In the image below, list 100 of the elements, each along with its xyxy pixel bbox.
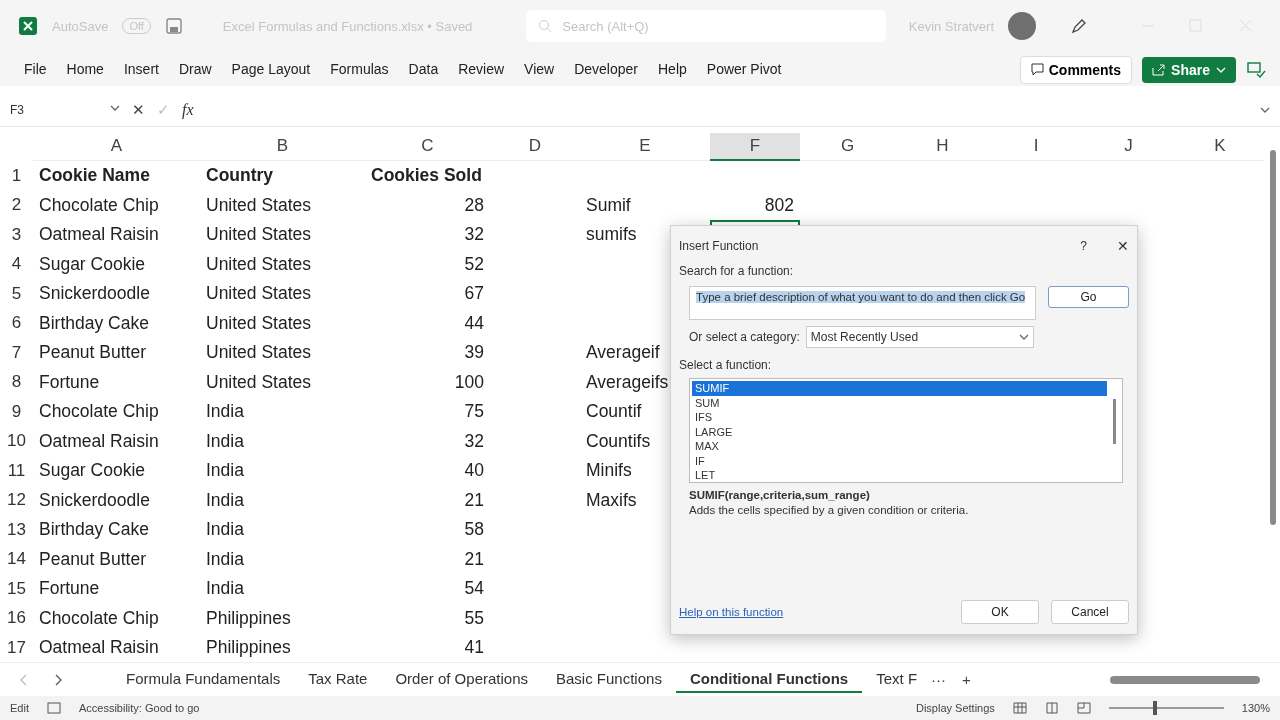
cell-text: 802 [764,194,794,216]
cell-text: 55 [464,607,484,629]
row-header[interactable]: 13 [0,514,33,545]
column-header[interactable]: F [710,132,800,161]
function-item[interactable]: MAX [692,439,1107,454]
row-header[interactable]: 17 [0,632,33,663]
row-header[interactable]: 14 [0,544,33,574]
ribbon-tab[interactable]: Formulas [320,56,399,83]
help-link[interactable]: Help on this function [679,606,784,618]
zoom-thumb[interactable] [1152,701,1157,715]
sheet-tab[interactable]: Conditional Functions [675,666,863,694]
row-header[interactable]: 8 [0,367,33,397]
function-item[interactable]: LARGE [692,424,1107,439]
more-sheets-button[interactable]: ··· [931,671,947,689]
cell-text: Country [206,165,274,187]
pen-icon[interactable] [1070,17,1088,36]
comments-button[interactable]: Comments [1019,55,1133,84]
ribbon-tab[interactable]: View [514,56,565,83]
sheet-tab[interactable]: Text F [862,666,932,694]
row-header[interactable]: 4 [0,249,33,279]
ribbon-tab[interactable]: Power Pivot [696,56,792,83]
page-break-icon[interactable] [1076,702,1091,714]
cell-text: Oatmeal Raisin [39,430,159,452]
sheet-tab[interactable]: Order of Operations [381,666,542,694]
ribbon-tab[interactable]: File [14,56,57,83]
avatar[interactable] [1008,12,1036,41]
row-header[interactable]: 12 [0,485,33,515]
cell-text: India [206,548,244,570]
ribbon-tab[interactable]: Developer [564,56,648,83]
insert-function-button[interactable]: fx [182,100,194,119]
ribbon-tab[interactable]: Draw [168,56,222,83]
coauthor-icon[interactable] [1246,59,1266,80]
function-item[interactable]: IF [692,453,1107,468]
save-icon[interactable] [164,17,183,36]
cancel-button[interactable]: Cancel [1051,600,1129,624]
row-header[interactable]: 15 [0,573,33,604]
cell-text: United States [206,224,312,246]
close-button[interactable]: ✕ [1117,238,1129,254]
row-header[interactable]: 16 [0,603,33,633]
scrollbar[interactable] [1270,150,1276,525]
excel-logo-icon[interactable] [18,16,38,37]
row-header[interactable]: 9 [0,396,33,427]
cell-text: India [206,460,244,482]
row-header[interactable]: 5 [0,278,33,309]
name-box[interactable]: F3 [10,102,120,117]
row-header[interactable]: 7 [0,337,33,368]
go-button[interactable]: Go [1048,286,1129,308]
function-item[interactable]: IFS [692,410,1107,425]
function-list[interactable]: SUMIF SUM IFS LARGE MAX IF LET [689,378,1123,483]
ribbon-tab[interactable]: Review [448,56,515,83]
sheet-tab[interactable]: Tax Rate [294,666,382,694]
row-header[interactable]: 3 [0,219,33,250]
display-settings-button[interactable]: Display Settings [916,702,995,714]
scrollbar[interactable] [1113,399,1116,444]
cell-text: 67 [464,283,484,305]
cell-text: India [206,430,244,452]
cell-text: 40 [464,460,484,482]
category-dropdown[interactable]: Most Recently Used [805,326,1034,348]
sheet-tab[interactable]: Basic Functions [542,666,676,694]
zoom-level[interactable]: 130% [1241,702,1270,714]
row-header[interactable]: 1 [0,160,33,191]
help-button[interactable]: ? [1080,239,1087,253]
ribbon-tab[interactable]: Help [648,56,697,83]
ribbon-tab[interactable]: Insert [113,56,169,83]
function-item[interactable]: SUM [692,395,1107,410]
page-layout-icon[interactable] [1044,702,1059,714]
horizontal-scrollbar[interactable] [1110,675,1260,684]
function-description: Adds the cells specified by a given condition or criteria. [689,504,970,516]
cell-text: Chocolate Chip [39,194,159,216]
function-item[interactable]: LET [692,468,1107,483]
next-sheet-icon[interactable] [54,673,62,686]
row-header[interactable]: 10 [0,426,33,456]
search-function-field[interactable]: Type a brief description of what you want to do and then click Go [689,286,1036,320]
sheet-tab[interactable]: Formula Fundamentals [112,666,295,694]
cell-text: Countifs [586,430,651,452]
cell-text: Sumif [586,194,631,216]
cell-text: Cookies Sold [371,165,482,187]
row-header[interactable]: 2 [0,190,33,220]
previous-sheet-icon[interactable] [20,673,28,686]
cell-text: 100 [454,371,484,393]
cancel-button[interactable]: ✕ [132,100,145,119]
ribbon-tab[interactable]: Page Layout [221,56,321,83]
dialog-title: Insert Function [679,239,759,253]
cell-text: United States [206,283,312,305]
cell-text: Sugar Cookie [39,253,146,275]
normal-view-icon[interactable] [1012,702,1027,714]
ribbon-tab[interactable]: Data [398,56,449,83]
add-sheet-button[interactable]: + [962,671,971,689]
row-header[interactable]: 6 [0,308,33,338]
ok-button[interactable]: OK [961,600,1039,624]
cell-text: 52 [464,253,484,275]
search-icon [538,19,553,34]
ribbon-tab[interactable]: Home [56,56,114,83]
share-button[interactable]: Share [1142,56,1236,83]
row-header[interactable]: 11 [0,455,33,486]
accessibility-status[interactable]: Accessibility: Good to go [78,702,200,714]
function-item[interactable]: SUMIF [692,381,1107,396]
field-label: Or select a category: [689,330,800,344]
cell-text: Peanut Butter [39,342,147,364]
cell-text: 75 [464,401,484,423]
